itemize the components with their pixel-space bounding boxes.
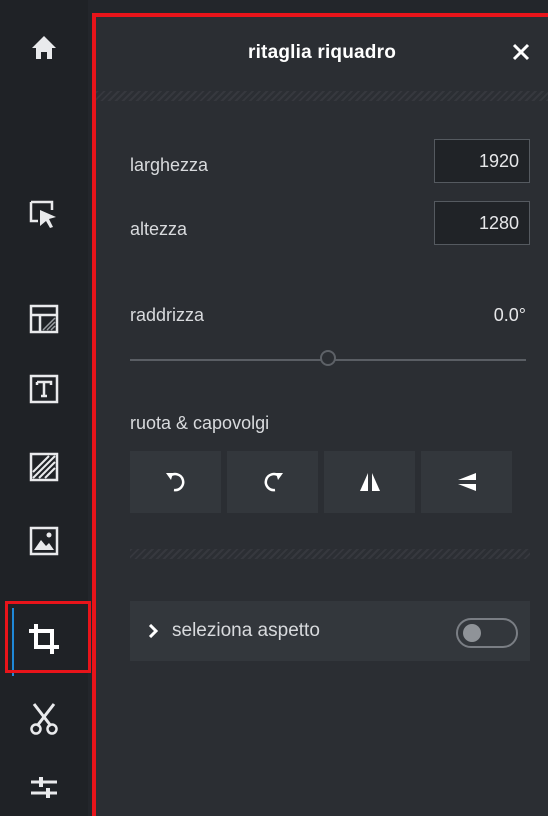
cut-tool-button[interactable] — [0, 684, 88, 754]
aspect-toggle-knob — [463, 624, 481, 642]
pattern-tool-button[interactable] — [0, 432, 88, 502]
scissors-icon — [30, 703, 58, 735]
crop-panel: ritaglia riquadro larghezza 1920 altezza… — [92, 13, 548, 816]
select-aspect-label: seleziona aspetto — [172, 620, 320, 641]
text-tool-button[interactable] — [0, 354, 88, 424]
rotate-flip-label: ruota & capovolgi — [130, 413, 270, 433]
straighten-value: 0.0° — [493, 305, 526, 325]
flip-vertical-icon — [457, 473, 476, 491]
section-divider — [130, 549, 530, 559]
crop-tool-button[interactable] — [0, 604, 88, 674]
panel-header: ritaglia riquadro — [96, 17, 548, 89]
width-input[interactable]: 1920 — [434, 139, 530, 183]
rotate-right-icon — [264, 472, 283, 492]
straighten-label: raddrizza — [130, 305, 205, 325]
layout-icon — [29, 304, 59, 334]
width-label: larghezza — [130, 155, 209, 175]
select-pointer-icon — [29, 200, 56, 228]
flip-horizontal-icon — [359, 473, 380, 491]
rotate-flip-buttons — [130, 451, 512, 513]
straighten-slider-thumb[interactable] — [320, 350, 336, 366]
panel-title: ritaglia riquadro — [247, 42, 397, 63]
height-label: altezza — [130, 219, 188, 239]
home-button[interactable] — [0, 12, 88, 82]
header-divider — [96, 91, 548, 101]
select-tool-button[interactable] — [0, 180, 88, 250]
adjust-tool-button[interactable] — [0, 752, 88, 822]
tool-rail — [0, 0, 91, 816]
close-icon — [512, 43, 530, 61]
image-tool-button[interactable] — [0, 506, 88, 576]
home-icon — [32, 36, 56, 59]
editor-window: ritaglia riquadro larghezza 1920 altezza… — [0, 0, 548, 816]
crop-icon — [29, 624, 59, 654]
layout-tool-button[interactable] — [0, 284, 88, 354]
flip-vertical-button[interactable] — [421, 451, 512, 513]
select-aspect-row[interactable]: seleziona aspetto — [130, 601, 530, 661]
flip-horizontal-button[interactable] — [324, 451, 415, 513]
sliders-icon — [31, 777, 57, 798]
height-input[interactable]: 1280 — [434, 201, 530, 245]
rotate-left-icon — [165, 472, 184, 492]
text-icon — [29, 374, 59, 404]
pattern-icon — [29, 452, 59, 482]
rotate-right-button[interactable] — [227, 451, 318, 513]
chevron-right-icon — [148, 624, 158, 638]
close-button[interactable] — [504, 35, 538, 69]
image-icon — [29, 526, 59, 556]
aspect-toggle[interactable] — [456, 618, 518, 648]
rotate-left-button[interactable] — [130, 451, 221, 513]
